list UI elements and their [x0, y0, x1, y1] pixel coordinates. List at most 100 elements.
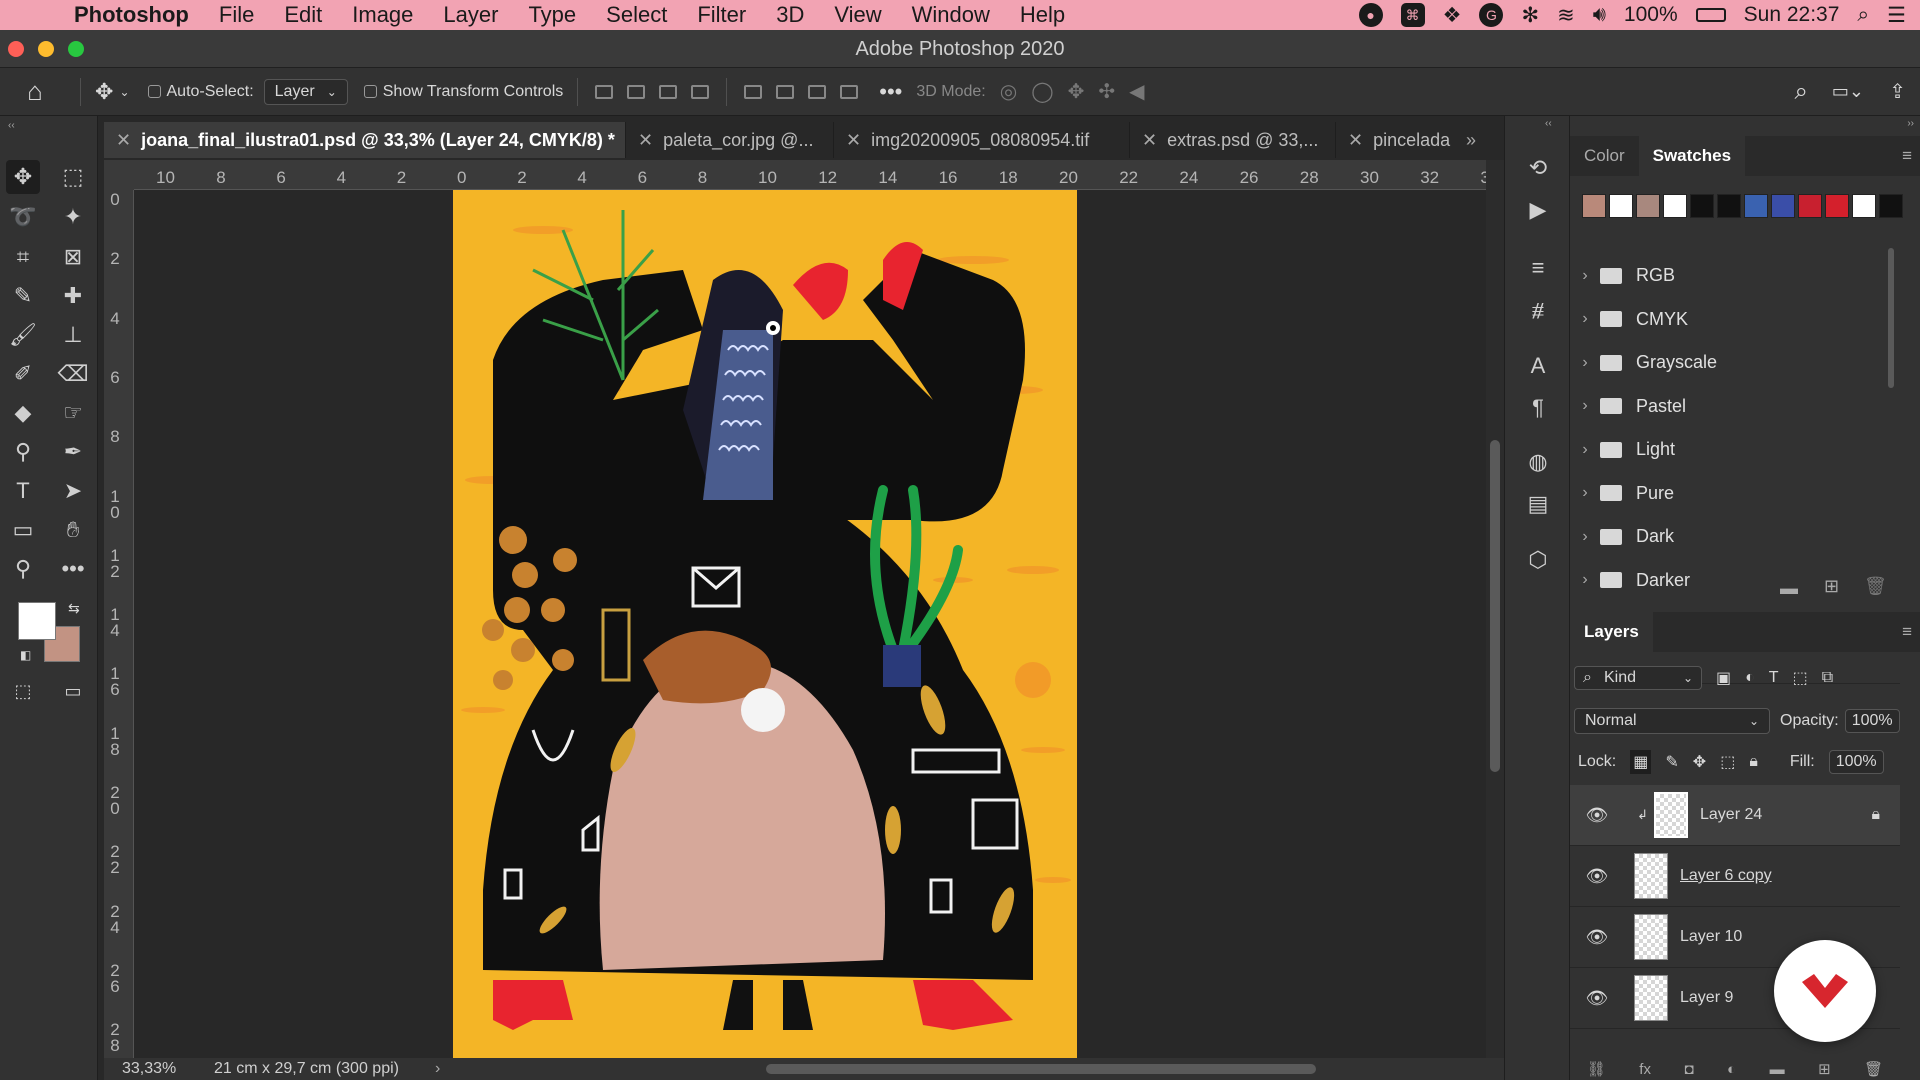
frame-tool-icon[interactable]: ⊠ — [56, 240, 90, 274]
home-icon[interactable]: ⌂ — [0, 76, 70, 107]
menu-edit[interactable]: Edit — [284, 2, 322, 28]
search-icon[interactable]: ⌕ — [1795, 78, 1808, 106]
distribute-horizontal-icon[interactable] — [840, 84, 859, 99]
lock-position-icon[interactable]: ✥ — [1693, 752, 1706, 772]
filter-pixel-icon[interactable]: ▣ — [1716, 668, 1731, 688]
tab-layers[interactable]: Layers — [1570, 612, 1653, 652]
collapse-toolbar-icon[interactable]: ‹‹ — [8, 120, 15, 131]
align-left-icon[interactable] — [595, 84, 614, 99]
color-swatch[interactable] — [1798, 194, 1822, 218]
new-group-icon[interactable]: ▬ — [1780, 578, 1798, 599]
horizontal-ruler[interactable]: 108642024681012141618202224262830323 — [134, 160, 1490, 190]
actions-panel-icon[interactable]: ▶ — [1522, 194, 1554, 226]
zoom-window-button[interactable] — [68, 41, 84, 57]
paint-bucket-tool-icon[interactable]: ◆ — [6, 396, 40, 430]
history-panel-icon[interactable]: ⟲ — [1522, 152, 1554, 184]
hand-tool-icon[interactable]: ✋︎ — [56, 513, 90, 547]
artwork-illustration[interactable] — [453, 190, 1077, 1058]
filter-shape-icon[interactable]: ⬚ — [1793, 668, 1808, 688]
auto-select-checkbox[interactable] — [147, 85, 161, 98]
crop-tool-icon[interactable]: ⌗ — [6, 240, 40, 274]
filter-kind-dropdown[interactable]: ⌕ Kind ⌄ — [1574, 666, 1702, 690]
workspace-icon[interactable]: ▭⌄ — [1832, 81, 1864, 102]
panel-menu-icon[interactable]: ≡ — [1902, 146, 1912, 166]
path-selection-tool-icon[interactable]: ➤ — [56, 474, 90, 508]
menu-view[interactable]: View — [834, 2, 881, 28]
new-layer-icon[interactable]: ⊞ — [1818, 1060, 1831, 1078]
dropbox-icon[interactable]: ❖ — [1443, 3, 1462, 28]
marquee-tool-icon[interactable]: ⬚ — [56, 160, 90, 194]
menu-3d[interactable]: 3D — [776, 2, 804, 28]
tab-pincelada[interactable]: ✕ pincelada — [1336, 122, 1456, 158]
channels-panel-icon[interactable]: ◍ — [1522, 446, 1554, 478]
vertical-scroll-thumb[interactable] — [1490, 440, 1500, 772]
character-panel-icon[interactable]: A — [1522, 350, 1554, 382]
layer-row-layer-24[interactable]: 👁︎ ↲ Layer 24 🔒︎ — [1570, 785, 1900, 846]
close-tab-icon[interactable]: ✕ — [846, 130, 861, 151]
color-swatch[interactable] — [1663, 194, 1687, 218]
vertical-scrollbar[interactable] — [1486, 160, 1504, 1058]
filter-smart-object-icon[interactable]: ⧉ — [1822, 669, 1833, 687]
swap-colors-icon[interactable]: ⇆ — [68, 600, 80, 617]
default-colors-icon[interactable]: ◧ — [20, 648, 31, 662]
tab-color[interactable]: Color — [1570, 136, 1639, 176]
pen-tool-icon[interactable]: ✒ — [56, 435, 90, 469]
adjustment-layer-icon[interactable]: ◐ — [1727, 1061, 1736, 1078]
menu-help[interactable]: Help — [1020, 2, 1065, 28]
healing-brush-tool-icon[interactable]: ✚ — [56, 279, 90, 313]
color-swatch[interactable] — [1771, 194, 1795, 218]
menu-type[interactable]: Type — [528, 2, 576, 28]
filter-type-icon[interactable]: T — [1769, 669, 1779, 687]
visibility-eye-icon[interactable]: 👁︎ — [1570, 927, 1624, 948]
layer-name[interactable]: Layer 6 copy — [1680, 867, 1772, 885]
lock-image-icon[interactable]: ✎ — [1665, 752, 1678, 772]
bluetooth-icon[interactable]: ✻ — [1521, 3, 1539, 28]
battery-icon[interactable] — [1695, 8, 1726, 22]
new-swatch-icon[interactable]: ⊞ — [1824, 576, 1839, 597]
tab-img20200905[interactable]: ✕ img20200905_08080954.tif — [834, 122, 1130, 158]
more-tabs-icon[interactable]: » — [1456, 122, 1486, 158]
history-brush-tool-icon[interactable]: ✐ — [6, 357, 40, 391]
brush-tool-icon[interactable]: 🖌︎ — [6, 318, 40, 352]
color-swatch[interactable] — [1879, 194, 1903, 218]
tab-swatches[interactable]: Swatches — [1638, 136, 1746, 176]
delete-swatch-icon[interactable]: 🗑︎ — [1864, 576, 1887, 597]
share-icon[interactable]: ⇪ — [1889, 79, 1906, 104]
layers-menu-icon[interactable]: ≡ — [1902, 622, 1912, 642]
opacity-input[interactable]: 100% — [1844, 709, 1900, 733]
move-tool-icon[interactable]: ✥ — [95, 79, 113, 105]
command-icon[interactable]: ⌘ — [1400, 3, 1425, 27]
auto-select-dropdown[interactable]: Layer ⌄ — [263, 78, 348, 105]
properties-panel-icon[interactable]: ▤ — [1522, 488, 1554, 520]
minimize-window-button[interactable] — [38, 41, 54, 57]
layer-name[interactable]: Layer 10 — [1680, 928, 1742, 946]
tab-extras[interactable]: ✕ extras.psd @ 33,... — [1130, 122, 1336, 158]
filter-adjustment-icon[interactable]: ◐ — [1745, 669, 1755, 687]
swatches-scroll-thumb[interactable] — [1888, 248, 1894, 388]
visibility-eye-icon[interactable]: 👁︎ — [1570, 988, 1624, 1009]
align-right-icon[interactable] — [659, 84, 678, 99]
color-swatch[interactable] — [1609, 194, 1633, 218]
control-center-icon[interactable]: ☰ — [1887, 3, 1906, 28]
align-top-icon[interactable] — [744, 84, 763, 99]
color-swatch[interactable] — [1825, 194, 1849, 218]
layer-row-layer-6-copy[interactable]: 👁︎ Layer 6 copy — [1570, 846, 1900, 907]
color-swatch[interactable] — [1717, 194, 1741, 218]
smudge-tool-icon[interactable]: ☞ — [56, 396, 90, 430]
type-tool-icon[interactable]: T — [6, 474, 40, 508]
screen-mode-icon[interactable]: ▭ — [56, 674, 90, 708]
fill-input[interactable]: 100% — [1828, 750, 1884, 774]
distribute-vertical-icon[interactable] — [691, 84, 710, 99]
fx-icon[interactable]: fx — [1639, 1061, 1651, 1078]
lock-transparent-icon[interactable]: ▦ — [1630, 750, 1652, 774]
color-swatch[interactable] — [1744, 194, 1768, 218]
lock-artboard-icon[interactable]: ⬚ — [1720, 752, 1735, 772]
menu-app-name[interactable]: Photoshop — [74, 2, 189, 28]
record-icon[interactable]: ● — [1358, 3, 1383, 27]
spotlight-icon[interactable]: ⌕ — [1857, 3, 1869, 27]
blend-mode-dropdown[interactable]: Normal ⌄ — [1574, 708, 1770, 734]
color-swatch[interactable] — [1852, 194, 1876, 218]
menu-window[interactable]: Window — [912, 2, 990, 28]
brush-settings-panel-icon[interactable]: ≡ — [1522, 252, 1554, 284]
new-group-icon[interactable]: ▬ — [1770, 1061, 1785, 1078]
